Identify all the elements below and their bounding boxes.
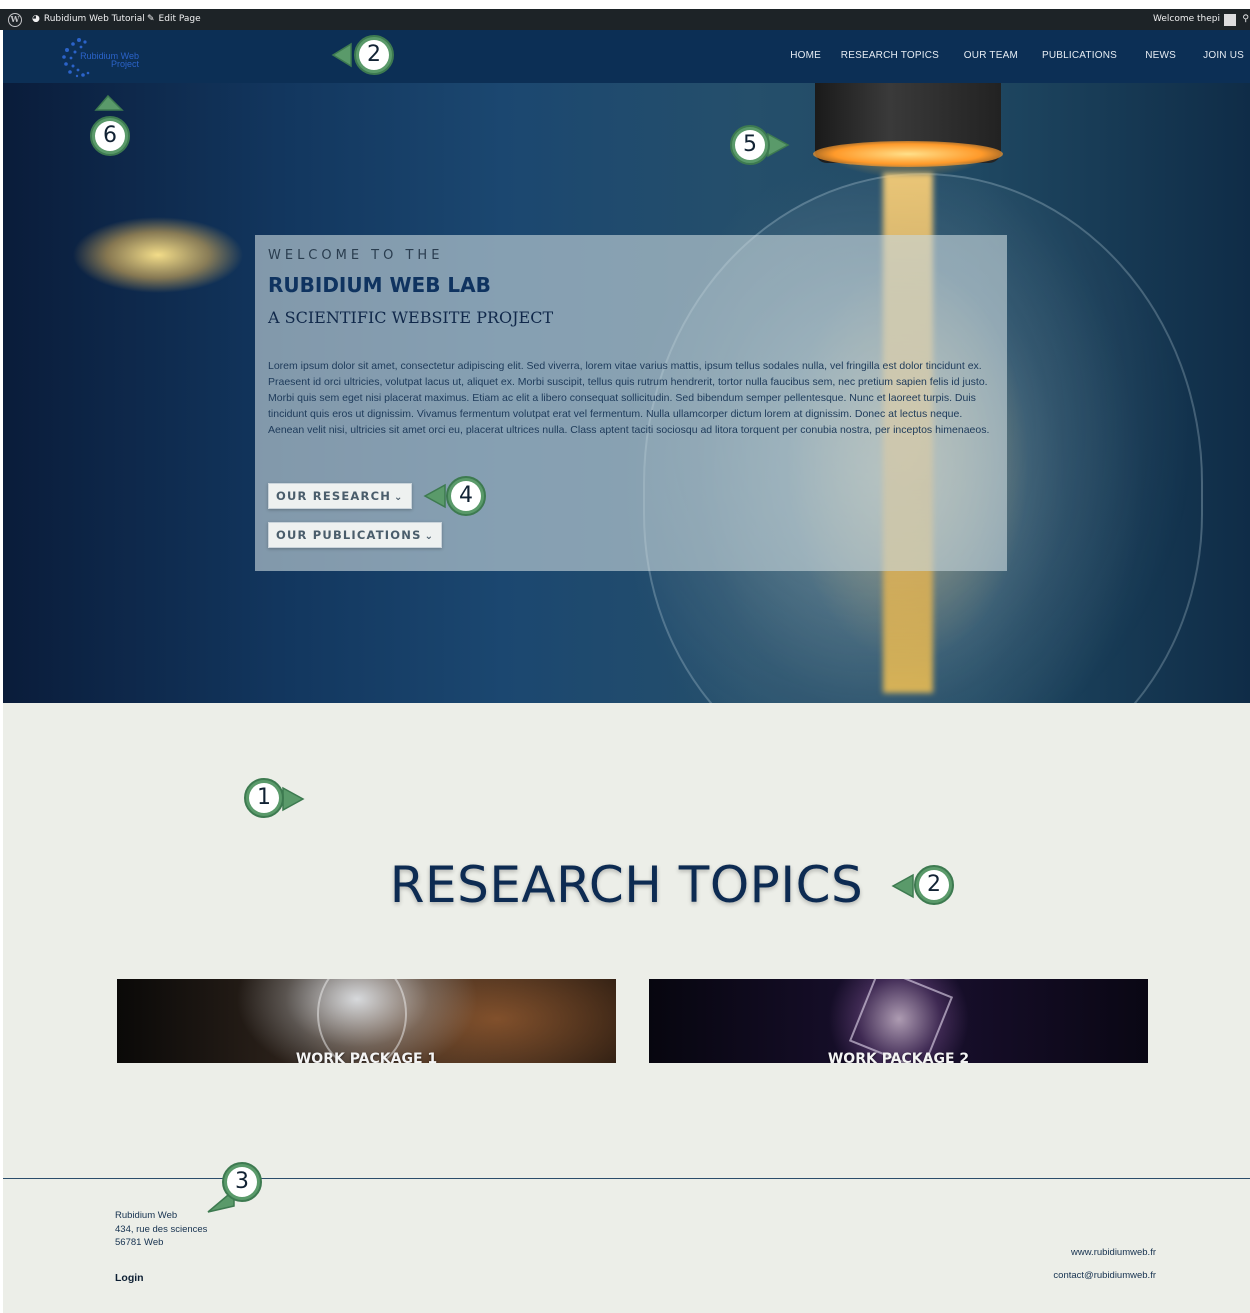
callout-number: 2 [919, 870, 949, 900]
callout-number: 4 [451, 481, 481, 511]
wordpress-logo-icon[interactable]: W [8, 9, 22, 30]
work-package-label: WORK PACKAGE 1 [295, 1051, 438, 1063]
hero-card: WELCOME TO THE RUBIDIUM WEB LAB A SCIENT… [255, 235, 1007, 571]
callout-2: 2 [914, 865, 954, 905]
nav-publications[interactable]: PUBLICATIONS [1042, 50, 1117, 61]
callout-pointer [767, 132, 790, 158]
footer-address-line: 56781 Web [115, 1237, 164, 1248]
site-header: Rubidium Web Project HOME RESEARCH TOPIC… [3, 30, 1250, 83]
our-publications-label: OUR PUBLICATIONS [276, 528, 422, 542]
callout-pointer [331, 42, 352, 68]
callout-number: 1 [249, 783, 279, 813]
website-link[interactable]: www.rubidiumweb.fr [1071, 1247, 1156, 1258]
callout-2: 2 [354, 35, 394, 75]
search-icon[interactable]: ⚲ [1242, 9, 1249, 30]
callout-pointer [891, 873, 914, 899]
nav-research-topics[interactable]: RESEARCH TOPICS [841, 50, 939, 61]
callout-number: 5 [735, 130, 765, 160]
bulb-glow [813, 141, 1003, 167]
our-publications-button[interactable]: OUR PUBLICATIONS ⌄ [268, 522, 443, 548]
callout-4: 4 [446, 476, 486, 516]
callout-number: 2 [359, 40, 389, 70]
callout-5: 5 [730, 125, 770, 165]
nav-join-us[interactable]: JOIN US [1203, 50, 1244, 61]
pencil-icon: ✎ [147, 14, 155, 24]
callout-pointer [282, 786, 305, 812]
callout-pointer [423, 483, 446, 509]
chevron-down-icon: ⌄ [394, 492, 404, 503]
our-research-label: OUR RESEARCH [276, 489, 392, 503]
edit-page-label: Edit Page [158, 14, 201, 24]
work-package-card-2[interactable]: WORK PACKAGE 2 [649, 979, 1148, 1063]
callout-number: 3 [227, 1167, 257, 1197]
account-menu[interactable]: Welcome thepi [1153, 9, 1236, 30]
email-link[interactable]: contact@rubidiumweb.fr [1053, 1270, 1156, 1281]
site-logo[interactable]: Rubidium Web Project [59, 36, 149, 78]
welcome-text: Welcome thepi [1152, 14, 1220, 24]
nav-news[interactable]: NEWS [1145, 50, 1176, 61]
hero-banner: WELCOME TO THE RUBIDIUM WEB LAB A SCIENT… [3, 83, 1250, 703]
site-footer: Rubidium Web 434, rue des sciences 56781… [3, 1178, 1250, 1313]
callout-pointer [94, 94, 124, 111]
footer-address-line: 434, rue des sciences [115, 1224, 208, 1235]
footer-address-line: Rubidium Web [115, 1210, 178, 1221]
hero-subtitle: A SCIENTIFIC WEBSITE PROJECT [268, 308, 554, 327]
callout-number: 6 [95, 121, 125, 151]
logo-text: Rubidium Web Project [80, 51, 139, 69]
hero-kicker: WELCOME TO THE [268, 248, 444, 263]
nav-home[interactable]: HOME [790, 50, 821, 61]
our-research-button[interactable]: OUR RESEARCH ⌄ [268, 483, 412, 509]
callout-6: 6 [90, 116, 130, 156]
admin-site-name: Rubidium Web Tutorial [43, 14, 145, 24]
login-link[interactable]: Login [115, 1272, 144, 1284]
hero-body-text: Lorem ipsum dolor sit amet, consectetur … [268, 360, 990, 436]
callout-3: 3 [222, 1162, 262, 1202]
admin-site-link[interactable]: ◕ Rubidium Web Tutorial [32, 9, 145, 30]
nav-our-team[interactable]: OUR TEAM [964, 50, 1018, 61]
chevron-down-icon: ⌄ [424, 531, 435, 542]
edit-page-link[interactable]: ✎ Edit Page [147, 9, 201, 30]
avatar [1224, 13, 1236, 26]
research-topics-section: RESEARCH TOPICS WORK PACKAGE 1 WORK PACK… [3, 703, 1250, 1178]
callout-1: 1 [244, 778, 284, 818]
section-title: RESEARCH TOPICS [389, 856, 864, 914]
admin-bar: W ◕ Rubidium Web Tutorial ✎ Edit Page We… [0, 9, 1250, 30]
work-package-card-1[interactable]: WORK PACKAGE 1 [117, 979, 616, 1063]
hero-title: RUBIDIUM WEB LAB [268, 273, 491, 297]
work-package-label: WORK PACKAGE 2 [827, 1051, 970, 1063]
dashboard-icon: ◕ [32, 14, 40, 24]
